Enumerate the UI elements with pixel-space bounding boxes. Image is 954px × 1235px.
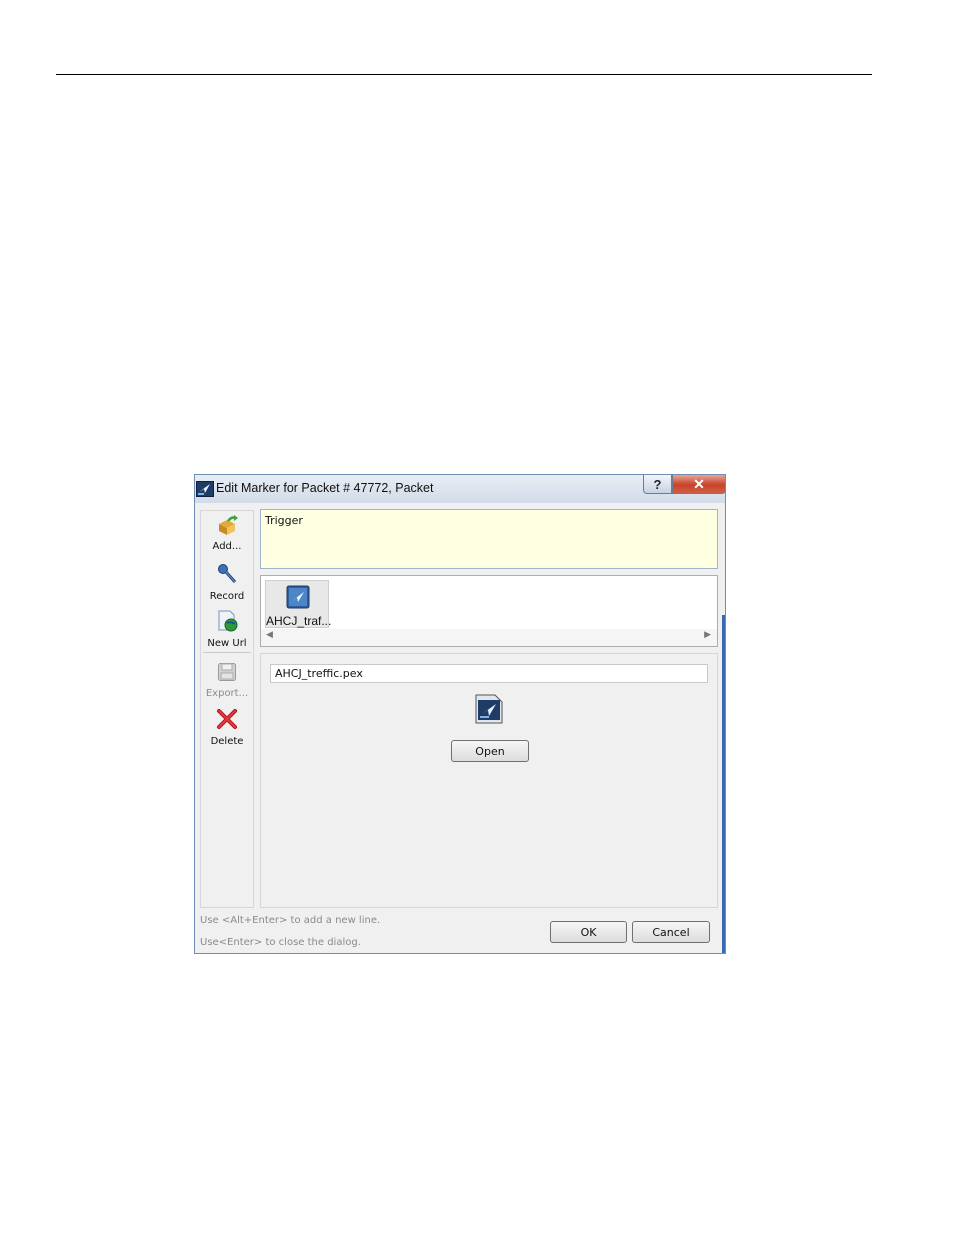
record-button[interactable]: Record	[201, 563, 253, 602]
hint-alt-enter: Use <Alt+Enter> to add a new line.	[200, 915, 381, 926]
attachment-list[interactable]: AHCJ_traf... ◀ ▶	[260, 575, 718, 647]
scroll-right-icon[interactable]: ▶	[704, 630, 711, 640]
open-button[interactable]: Open	[451, 740, 529, 762]
close-icon: ✕	[693, 475, 705, 492]
filename-field[interactable]: AHCJ_treffic.pex	[270, 664, 708, 683]
page-top-rule	[56, 74, 872, 75]
new-url-button[interactable]: New Url	[201, 610, 253, 649]
attachment-name: AHCJ_traf...	[266, 614, 332, 628]
close-button[interactable]: ✕	[672, 475, 725, 494]
dialog-title: Edit Marker for Packet # 47772, Packet	[216, 481, 434, 495]
help-icon: ?	[653, 476, 662, 492]
new-url-icon	[201, 610, 253, 636]
attachment-details-panel: AHCJ_treffic.pex Open	[260, 653, 718, 908]
ok-button[interactable]: OK	[550, 921, 627, 943]
add-icon	[201, 515, 253, 539]
microphone-icon	[201, 563, 253, 589]
new-url-label: New Url	[207, 638, 247, 649]
pex-file-large-icon	[475, 694, 503, 728]
record-label: Record	[209, 591, 245, 602]
title-bar[interactable]: Edit Marker for Packet # 47772, Packet ?…	[195, 475, 725, 503]
delete-x-icon	[201, 708, 253, 734]
add-label: Add...	[212, 541, 242, 552]
delete-label: Delete	[210, 736, 244, 747]
window-edge	[722, 615, 725, 953]
export-label: Export...	[205, 688, 249, 699]
cancel-button[interactable]: Cancel	[632, 921, 710, 943]
scroll-left-icon[interactable]: ◀	[266, 630, 273, 640]
help-button[interactable]: ?	[643, 475, 672, 494]
save-disk-icon	[201, 662, 253, 686]
hint-enter: Use<Enter> to close the dialog.	[200, 937, 361, 948]
attachment-item[interactable]: AHCJ_traf...	[265, 580, 332, 628]
export-button[interactable]: Export...	[201, 662, 253, 699]
pex-file-icon	[286, 585, 310, 613]
app-icon	[196, 481, 214, 501]
delete-button[interactable]: Delete	[201, 708, 253, 747]
toolbar-separator	[203, 652, 251, 653]
add-button[interactable]: Add...	[201, 515, 253, 552]
edit-marker-dialog: Edit Marker for Packet # 47772, Packet ?…	[194, 474, 726, 954]
marker-text-area[interactable]: Trigger	[260, 509, 718, 569]
horizontal-scrollbar[interactable]: ◀ ▶	[261, 629, 717, 646]
marker-toolbar: Add... Record New Url Export... Delete	[200, 510, 254, 908]
